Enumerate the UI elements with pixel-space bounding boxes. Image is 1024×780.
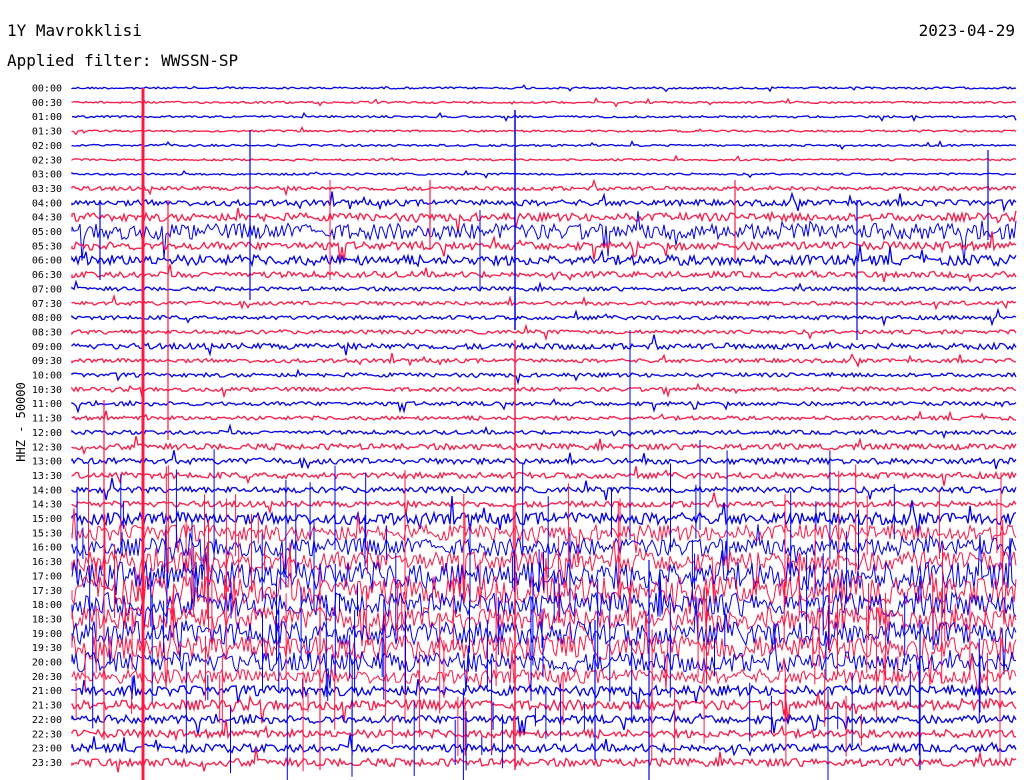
time-label: 09:30 bbox=[32, 356, 62, 367]
time-label: 00:00 bbox=[32, 84, 62, 95]
trace-line bbox=[71, 97, 1017, 108]
trace-line bbox=[71, 154, 1017, 162]
time-label: 18:00 bbox=[32, 600, 62, 611]
time-label: 04:30 bbox=[32, 213, 62, 224]
time-label: 03:00 bbox=[32, 170, 62, 181]
time-label: 17:00 bbox=[32, 571, 62, 582]
trace-line bbox=[71, 734, 1017, 757]
time-labels: 00:00 00:30 01:00 01:30 02:00 02:30 03:00 03:30… bbox=[32, 84, 62, 769]
time-label: 13:30 bbox=[32, 471, 62, 482]
time-label: 05:30 bbox=[32, 241, 62, 252]
trace-line bbox=[71, 398, 1017, 414]
trace-line bbox=[71, 125, 1017, 136]
time-label: 11:00 bbox=[32, 399, 62, 410]
trace-line bbox=[71, 178, 1017, 197]
trace-line bbox=[72, 111, 1017, 123]
time-label: 19:30 bbox=[32, 643, 62, 654]
time-label: 00:30 bbox=[32, 98, 62, 109]
time-label: 07:00 bbox=[32, 284, 62, 295]
time-label: 22:30 bbox=[32, 729, 62, 740]
time-label: 20:00 bbox=[32, 658, 62, 669]
time-label: 23:00 bbox=[32, 744, 62, 755]
trace-line bbox=[71, 307, 1017, 328]
time-label: 18:30 bbox=[32, 614, 62, 625]
trace-lines bbox=[71, 84, 1017, 773]
time-label: 08:30 bbox=[32, 327, 62, 338]
time-label: 05:00 bbox=[32, 227, 62, 238]
time-label: 01:30 bbox=[32, 127, 62, 138]
trace-line bbox=[71, 410, 1017, 422]
time-label: 23:30 bbox=[32, 758, 62, 769]
trace-line bbox=[71, 207, 1017, 233]
trace-line bbox=[71, 423, 1017, 440]
trace-line bbox=[71, 84, 1017, 93]
time-label: 17:30 bbox=[32, 586, 62, 597]
time-label: 01:00 bbox=[32, 112, 62, 123]
time-label: 15:30 bbox=[32, 528, 62, 539]
time-label: 03:30 bbox=[32, 184, 62, 195]
trace-line bbox=[71, 139, 1017, 151]
time-label: 15:00 bbox=[32, 514, 62, 525]
trace-line bbox=[71, 264, 1017, 284]
time-label: 06:30 bbox=[32, 270, 62, 281]
time-label: 08:00 bbox=[32, 313, 62, 324]
time-label: 14:30 bbox=[32, 500, 62, 511]
time-label: 09:00 bbox=[32, 342, 62, 353]
time-label: 04:00 bbox=[32, 198, 62, 209]
time-label: 20:30 bbox=[32, 672, 62, 683]
time-label: 19:00 bbox=[32, 629, 62, 640]
time-label: 14:00 bbox=[32, 485, 62, 496]
time-label: 16:00 bbox=[32, 543, 62, 554]
trace-line bbox=[71, 382, 1017, 400]
time-label: 12:00 bbox=[32, 428, 62, 439]
trace-line bbox=[71, 293, 1017, 311]
trace-line bbox=[71, 748, 1017, 773]
trace-line bbox=[71, 169, 1017, 179]
trace-line bbox=[71, 352, 1017, 369]
trace-line bbox=[71, 279, 1017, 293]
trace-line bbox=[71, 323, 1017, 342]
time-label: 16:30 bbox=[32, 557, 62, 568]
time-label: 21:00 bbox=[32, 686, 62, 697]
time-label: 22:00 bbox=[32, 715, 62, 726]
time-label: 13:00 bbox=[32, 457, 62, 468]
time-label: 07:30 bbox=[32, 299, 62, 310]
trace-line bbox=[71, 692, 1017, 724]
time-label: 02:30 bbox=[32, 155, 62, 166]
trace-line bbox=[71, 191, 1017, 213]
trace-line bbox=[71, 368, 1017, 386]
time-label: 21:30 bbox=[32, 701, 62, 712]
time-label: 11:30 bbox=[32, 414, 62, 425]
time-label: 10:00 bbox=[32, 371, 62, 382]
time-label: 10:30 bbox=[32, 385, 62, 396]
time-label: 12:30 bbox=[32, 442, 62, 453]
time-label: 02:00 bbox=[32, 141, 62, 152]
trace-line bbox=[71, 334, 1017, 357]
seismogram-plot: 00:00 00:30 01:00 01:30 02:00 02:30 03:00 03:30… bbox=[32, 84, 1017, 780]
time-label: 06:00 bbox=[32, 256, 62, 267]
